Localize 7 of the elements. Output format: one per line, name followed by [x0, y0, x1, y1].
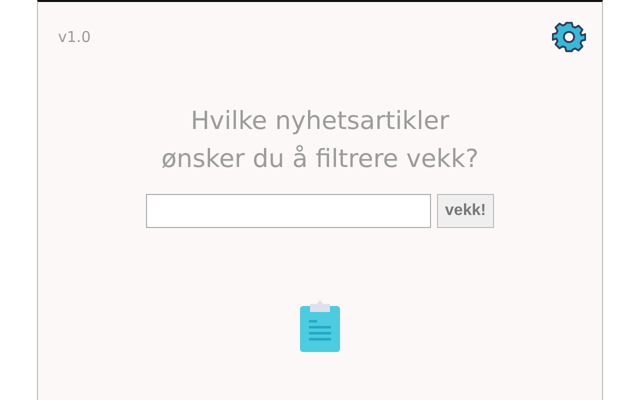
- filter-input[interactable]: [146, 194, 432, 228]
- heading-line: Hvilke nyhetsartikler: [190, 105, 450, 137]
- settings-icon[interactable]: [552, 20, 586, 54]
- clipboard-icon: [300, 298, 340, 352]
- submit-button[interactable]: vekk!: [437, 194, 494, 228]
- heading-line: ønsker du å filtrere vekk?: [161, 143, 479, 175]
- version-label: v1.0: [58, 28, 91, 46]
